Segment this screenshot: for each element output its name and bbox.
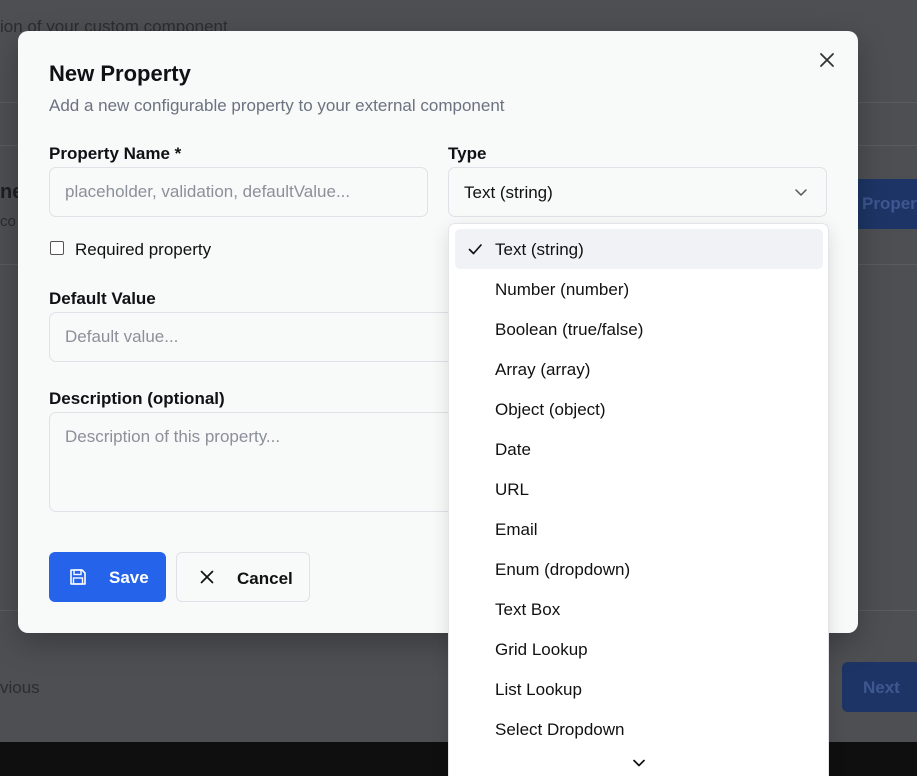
property-name-label: Property Name *: [49, 144, 182, 163]
type-option-label: Text Box: [495, 600, 561, 619]
default-value-input[interactable]: [49, 312, 469, 362]
type-option[interactable]: URL: [455, 469, 823, 509]
close-icon[interactable]: [818, 51, 836, 69]
type-option[interactable]: Text (string): [455, 229, 823, 269]
type-option[interactable]: Array (array): [455, 349, 823, 389]
type-option[interactable]: Select Dropdown: [455, 709, 823, 749]
background-previous-button: vious: [0, 678, 40, 697]
save-icon: [70, 569, 86, 585]
background-next-button: Next: [842, 662, 917, 712]
type-option[interactable]: Enum (dropdown): [455, 549, 823, 589]
type-option-label: Enum (dropdown): [495, 560, 631, 579]
type-option-label: Grid Lookup: [495, 640, 588, 659]
type-option-label: Select Dropdown: [495, 720, 625, 739]
description-textarea[interactable]: [49, 412, 469, 512]
background-subtext: co: [0, 213, 16, 230]
type-option-label: Email: [495, 520, 538, 539]
default-value-label: Default Value: [49, 289, 156, 308]
type-select[interactable]: Text (string): [448, 167, 827, 217]
type-option-label: Text (string): [495, 240, 584, 259]
description-label: Description (optional): [49, 389, 225, 408]
chevron-down-icon[interactable]: [632, 756, 646, 770]
required-property-checkbox[interactable]: [50, 241, 64, 255]
type-option[interactable]: Grid Lookup: [455, 629, 823, 669]
type-option[interactable]: Boolean (true/false): [455, 309, 823, 349]
type-option[interactable]: List Lookup: [455, 669, 823, 709]
type-option[interactable]: Object (object): [455, 389, 823, 429]
type-option-label: List Lookup: [495, 680, 582, 699]
type-label: Type: [448, 144, 487, 163]
type-option-label: URL: [495, 480, 530, 499]
type-dropdown-list: Text (string) Number (number) Boolean (t…: [448, 223, 829, 776]
type-option[interactable]: Date: [455, 429, 823, 469]
dialog-description: Add a new configurable property to your …: [49, 96, 505, 115]
chevron-down-icon: [795, 189, 807, 196]
type-option[interactable]: Text Box: [455, 589, 823, 629]
required-property-label: Required property: [75, 240, 212, 259]
property-name-input[interactable]: [49, 167, 428, 217]
type-option[interactable]: Email: [455, 509, 823, 549]
save-button[interactable]: Save: [49, 552, 166, 602]
type-selected-value: Text (string): [464, 183, 553, 202]
cancel-button-label: Cancel: [237, 569, 293, 588]
check-icon: [468, 244, 482, 255]
type-option-label: Boolean (true/false): [495, 320, 644, 339]
close-icon: [200, 570, 214, 584]
type-option-label: Array (array): [495, 360, 591, 379]
dialog-title: New Property: [49, 61, 191, 86]
type-option-label: Number (number): [495, 280, 630, 299]
type-option[interactable]: Number (number): [455, 269, 823, 309]
type-option-label: Date: [495, 440, 531, 459]
type-option-label: Object (object): [495, 400, 606, 419]
save-button-label: Save: [109, 568, 149, 587]
cancel-button[interactable]: Cancel: [176, 552, 310, 602]
